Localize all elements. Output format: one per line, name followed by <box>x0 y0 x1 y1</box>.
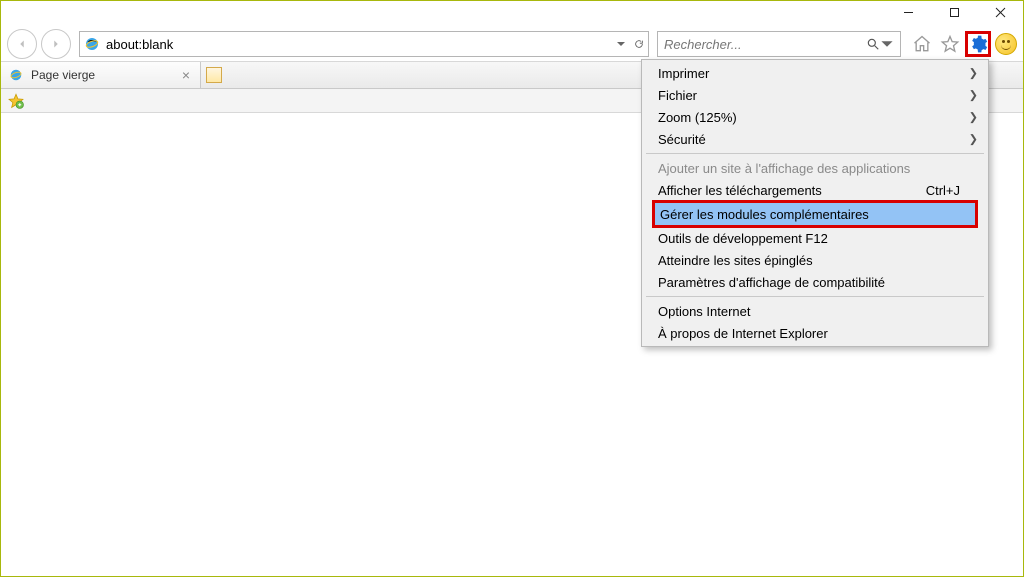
search-dropdown[interactable] <box>880 37 894 51</box>
minimize-button[interactable] <box>885 1 931 23</box>
menu-zoom[interactable]: Zoom (125%)❯ <box>644 106 986 128</box>
toolbar: about:blank Rechercher... <box>1 27 1023 61</box>
menu-about[interactable]: À propos de Internet Explorer <box>644 322 986 344</box>
maximize-button[interactable] <box>931 1 977 23</box>
add-favorite-button[interactable] <box>7 92 25 110</box>
chevron-right-icon: ❯ <box>969 111 978 124</box>
chevron-right-icon: ❯ <box>969 133 978 146</box>
search-placeholder: Rechercher... <box>664 37 866 52</box>
right-toolbar <box>905 31 1017 57</box>
ie-icon <box>84 36 100 52</box>
address-text: about:blank <box>106 37 616 52</box>
menu-print[interactable]: Imprimer❯ <box>644 62 986 84</box>
chevron-right-icon: ❯ <box>969 89 978 102</box>
refresh-button[interactable] <box>634 39 644 49</box>
tab-current[interactable]: Page vierge × <box>1 62 201 88</box>
menu-manage-addons[interactable]: Gérer les modules complémentaires <box>655 203 975 225</box>
forward-button[interactable] <box>41 29 71 59</box>
tools-menu: Imprimer❯ Fichier❯ Zoom (125%)❯ Sécurité… <box>641 59 989 347</box>
browser-window: about:blank Rechercher... <box>0 0 1024 577</box>
feedback-button[interactable] <box>995 33 1017 55</box>
new-tab-button[interactable] <box>201 62 227 88</box>
menu-pinned-sites[interactable]: Atteindre les sites épinglés <box>644 249 986 271</box>
search-bar[interactable]: Rechercher... <box>657 31 901 57</box>
window-controls <box>885 1 1023 25</box>
tab-title: Page vierge <box>31 68 95 82</box>
menu-downloads[interactable]: Afficher les téléchargements Ctrl+J <box>644 179 986 201</box>
back-button[interactable] <box>7 29 37 59</box>
favorites-button[interactable] <box>937 31 963 57</box>
menu-f12-tools[interactable]: Outils de développement F12 <box>644 227 986 249</box>
address-dropdown[interactable] <box>616 39 626 49</box>
tab-close-button[interactable]: × <box>180 67 192 83</box>
menu-separator <box>646 153 984 154</box>
ie-icon <box>9 68 23 82</box>
close-button[interactable] <box>977 1 1023 23</box>
highlight-annotation: Gérer les modules complémentaires <box>652 200 978 228</box>
menu-compat-view[interactable]: Paramètres d'affichage de compatibilité <box>644 271 986 293</box>
menu-separator <box>646 296 984 297</box>
search-button[interactable] <box>866 37 880 51</box>
address-bar[interactable]: about:blank <box>79 31 649 57</box>
menu-add-app-view: Ajouter un site à l'affichage des applic… <box>644 157 986 179</box>
menu-internet-options[interactable]: Options Internet <box>644 300 986 322</box>
home-button[interactable] <box>909 31 935 57</box>
shortcut-label: Ctrl+J <box>926 183 960 198</box>
chevron-right-icon: ❯ <box>969 67 978 80</box>
menu-safety[interactable]: Sécurité❯ <box>644 128 986 150</box>
tools-button[interactable] <box>965 31 991 57</box>
new-tab-icon <box>206 67 222 83</box>
menu-file[interactable]: Fichier❯ <box>644 84 986 106</box>
